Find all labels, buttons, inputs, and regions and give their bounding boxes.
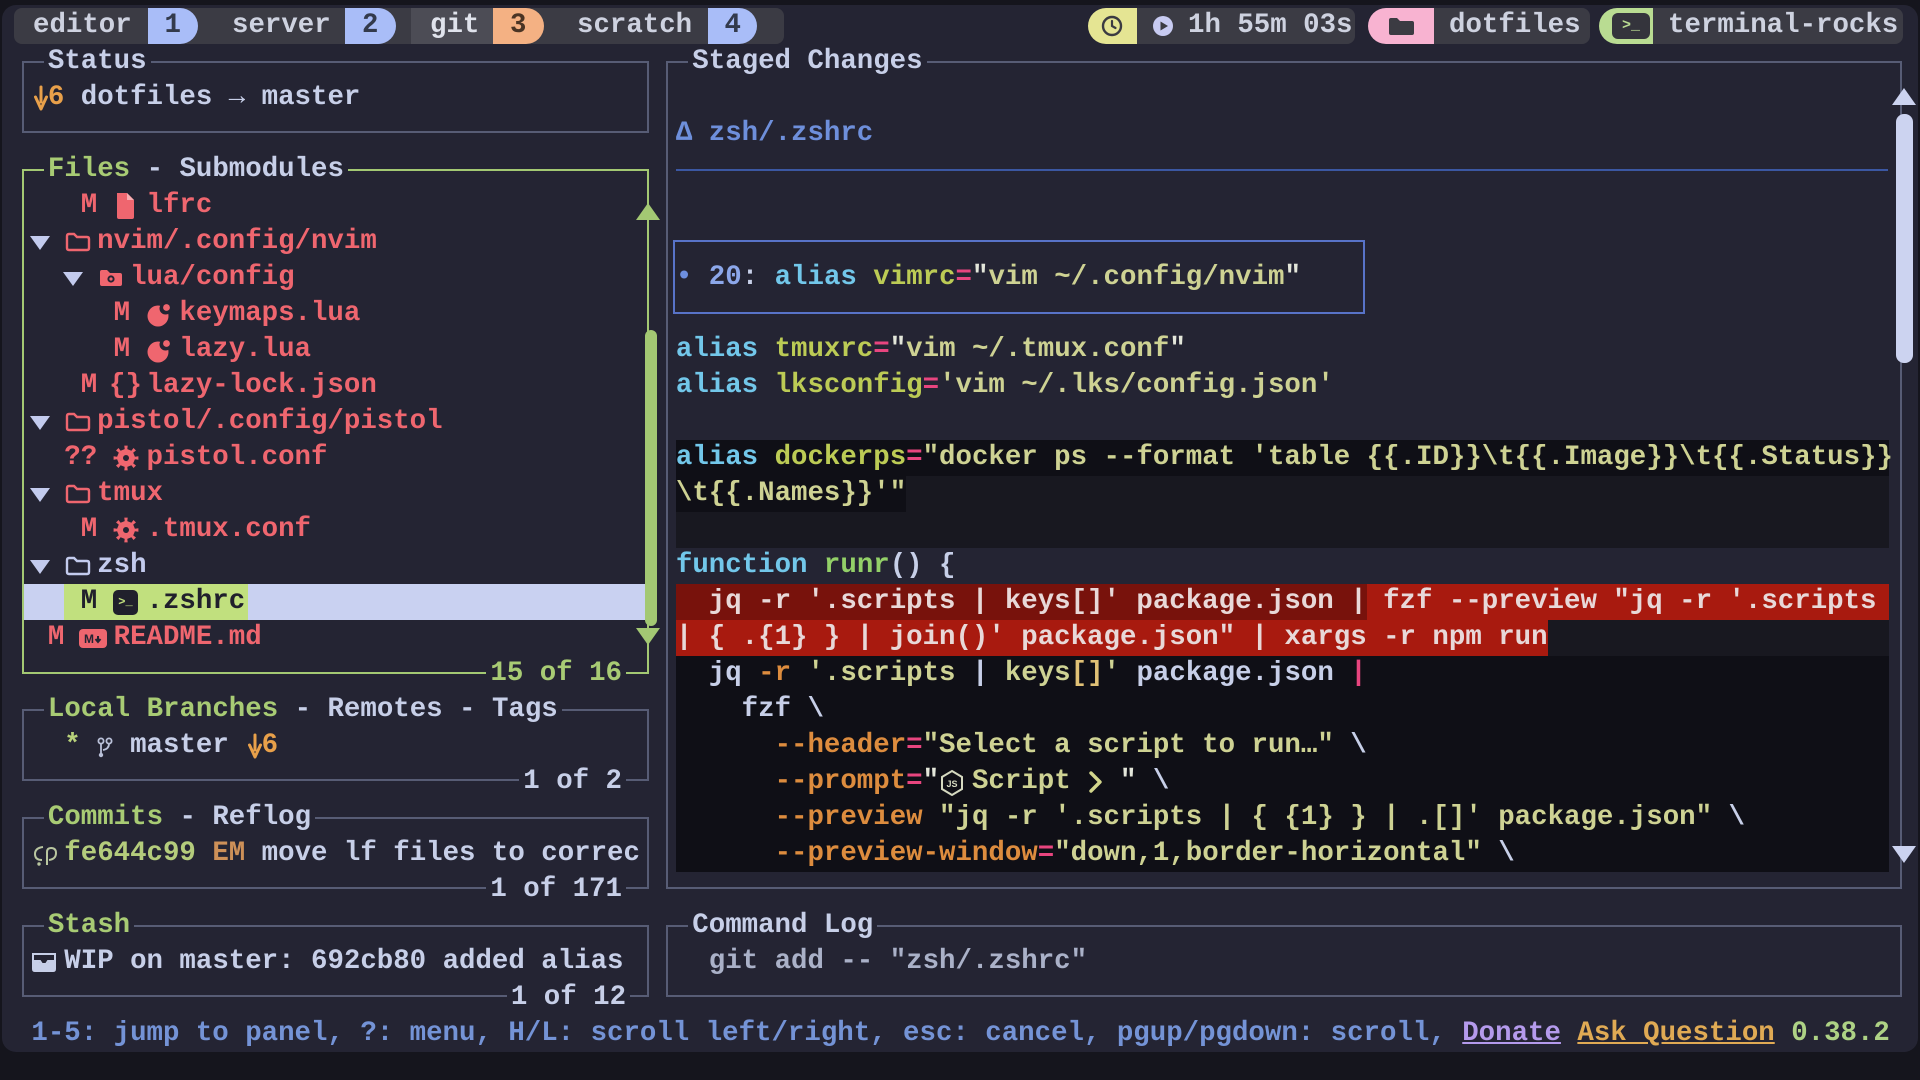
svg-text:JS: JS bbox=[947, 779, 958, 789]
svg-text:M: M bbox=[84, 632, 94, 646]
